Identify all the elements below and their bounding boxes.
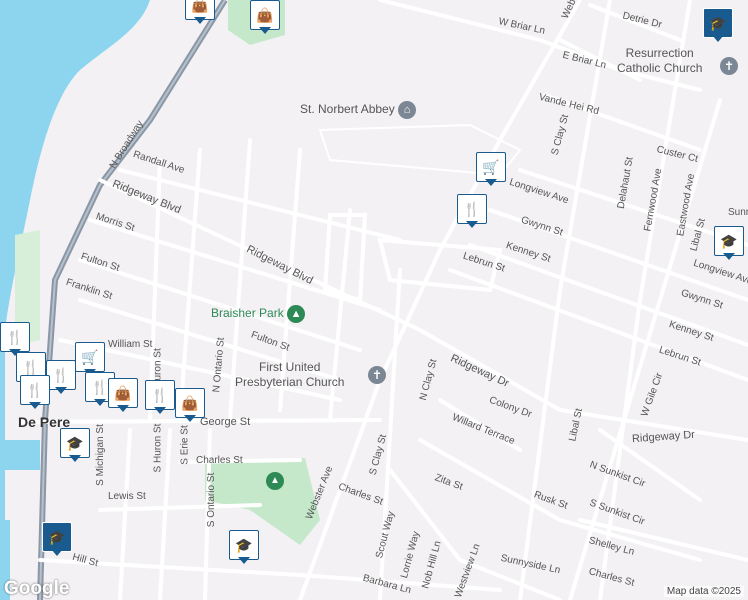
street-label: William St [108, 339, 153, 350]
poi-st-norbert-abbey[interactable]: St. Norbert Abbey ⌂ [300, 101, 417, 119]
school-icon: 🎓 [709, 14, 727, 31]
restaurant-icon: 🍴 [52, 366, 70, 383]
shopping-marker[interactable]: 👜 [250, 0, 280, 34]
restaurant-marker[interactable]: 🍴 [145, 380, 175, 414]
poi-first-united-church[interactable]: First United Presbyterian Church [235, 360, 344, 390]
church-icon: ✝ [368, 366, 386, 384]
poi-label-line1: First United [259, 360, 321, 374]
poi-braisher-park[interactable]: Braisher Park ▲ [211, 305, 306, 323]
poi-resurrection-church[interactable]: Resurrection Catholic Church [617, 46, 702, 76]
park-icon: ▲ [287, 305, 306, 323]
grocery-cart-icon: 🛒 [482, 158, 500, 175]
shopping-bag-icon: 👜 [191, 0, 209, 13]
school-icon: 🎓 [66, 434, 84, 451]
poi-label-line1: Resurrection [625, 46, 694, 60]
school-icon: 🎓 [720, 232, 738, 249]
poi-label: Braisher Park [211, 306, 284, 321]
shopping-bag-icon: 👜 [181, 394, 199, 411]
restaurant-icon: 🍴 [91, 378, 109, 395]
school-marker[interactable]: 🎓 [42, 522, 72, 556]
restaurant-icon: 🍴 [463, 200, 481, 217]
map-canvas[interactable]: W Briar Ln E Briar Ln Detrie Dr Vande He… [0, 0, 748, 600]
landmark-icon: ⌂ [398, 101, 417, 119]
grocery-cart-icon: 🛒 [81, 348, 99, 365]
shopping-marker[interactable]: 👜 [108, 378, 138, 412]
street-label: Sunr [728, 207, 748, 218]
poi-label: St. Norbert Abbey [300, 102, 395, 117]
grocery-marker[interactable]: 🛒 [476, 152, 506, 186]
church-icon: ✝ [720, 57, 738, 75]
school-icon: 🎓 [235, 536, 253, 553]
school-marker[interactable]: 🎓 [60, 428, 90, 462]
restaurant-marker[interactable]: 🍴 [0, 322, 30, 356]
shopping-bag-icon: 👜 [114, 384, 132, 401]
street-label: Charles St [196, 455, 243, 466]
street-label: George St [200, 416, 251, 428]
restaurant-marker[interactable]: 🍴 [457, 194, 487, 228]
restaurant-icon: 🍴 [22, 358, 40, 375]
school-marker[interactable]: 🎓 [229, 530, 259, 564]
poi-label-line2: Catholic Church [617, 61, 703, 75]
restaurant-icon: 🍴 [26, 381, 44, 398]
street-label: S Michigan St [94, 424, 106, 486]
restaurant-icon: 🍴 [6, 328, 24, 345]
restaurant-marker[interactable]: 🍴 [20, 375, 50, 409]
street-label: S Huron St [152, 423, 164, 473]
map-base-layer [0, 0, 748, 600]
school-marker[interactable]: 🎓 [703, 8, 733, 42]
street-label: S Ontario St [206, 472, 218, 528]
shopping-marker[interactable]: 👜 [175, 388, 205, 422]
street-label: Lewis St [108, 491, 146, 502]
poi-label-line2: Presbyterian Church [235, 375, 345, 389]
school-icon: 🎓 [48, 528, 66, 545]
restaurant-marker[interactable]: 🍴 [46, 360, 76, 394]
shopping-bag-icon: 👜 [256, 6, 274, 23]
google-logo: Google [4, 578, 70, 599]
street-label: S Erie St [179, 425, 191, 465]
park-icon: ▲ [266, 472, 284, 490]
restaurant-icon: 🍴 [151, 386, 169, 403]
shopping-marker[interactable]: 👜 [185, 0, 215, 24]
map-attribution[interactable]: Map data ©2025 [663, 586, 744, 597]
school-marker[interactable]: 🎓 [714, 226, 744, 260]
grocery-marker[interactable]: 🛒 [75, 342, 105, 376]
